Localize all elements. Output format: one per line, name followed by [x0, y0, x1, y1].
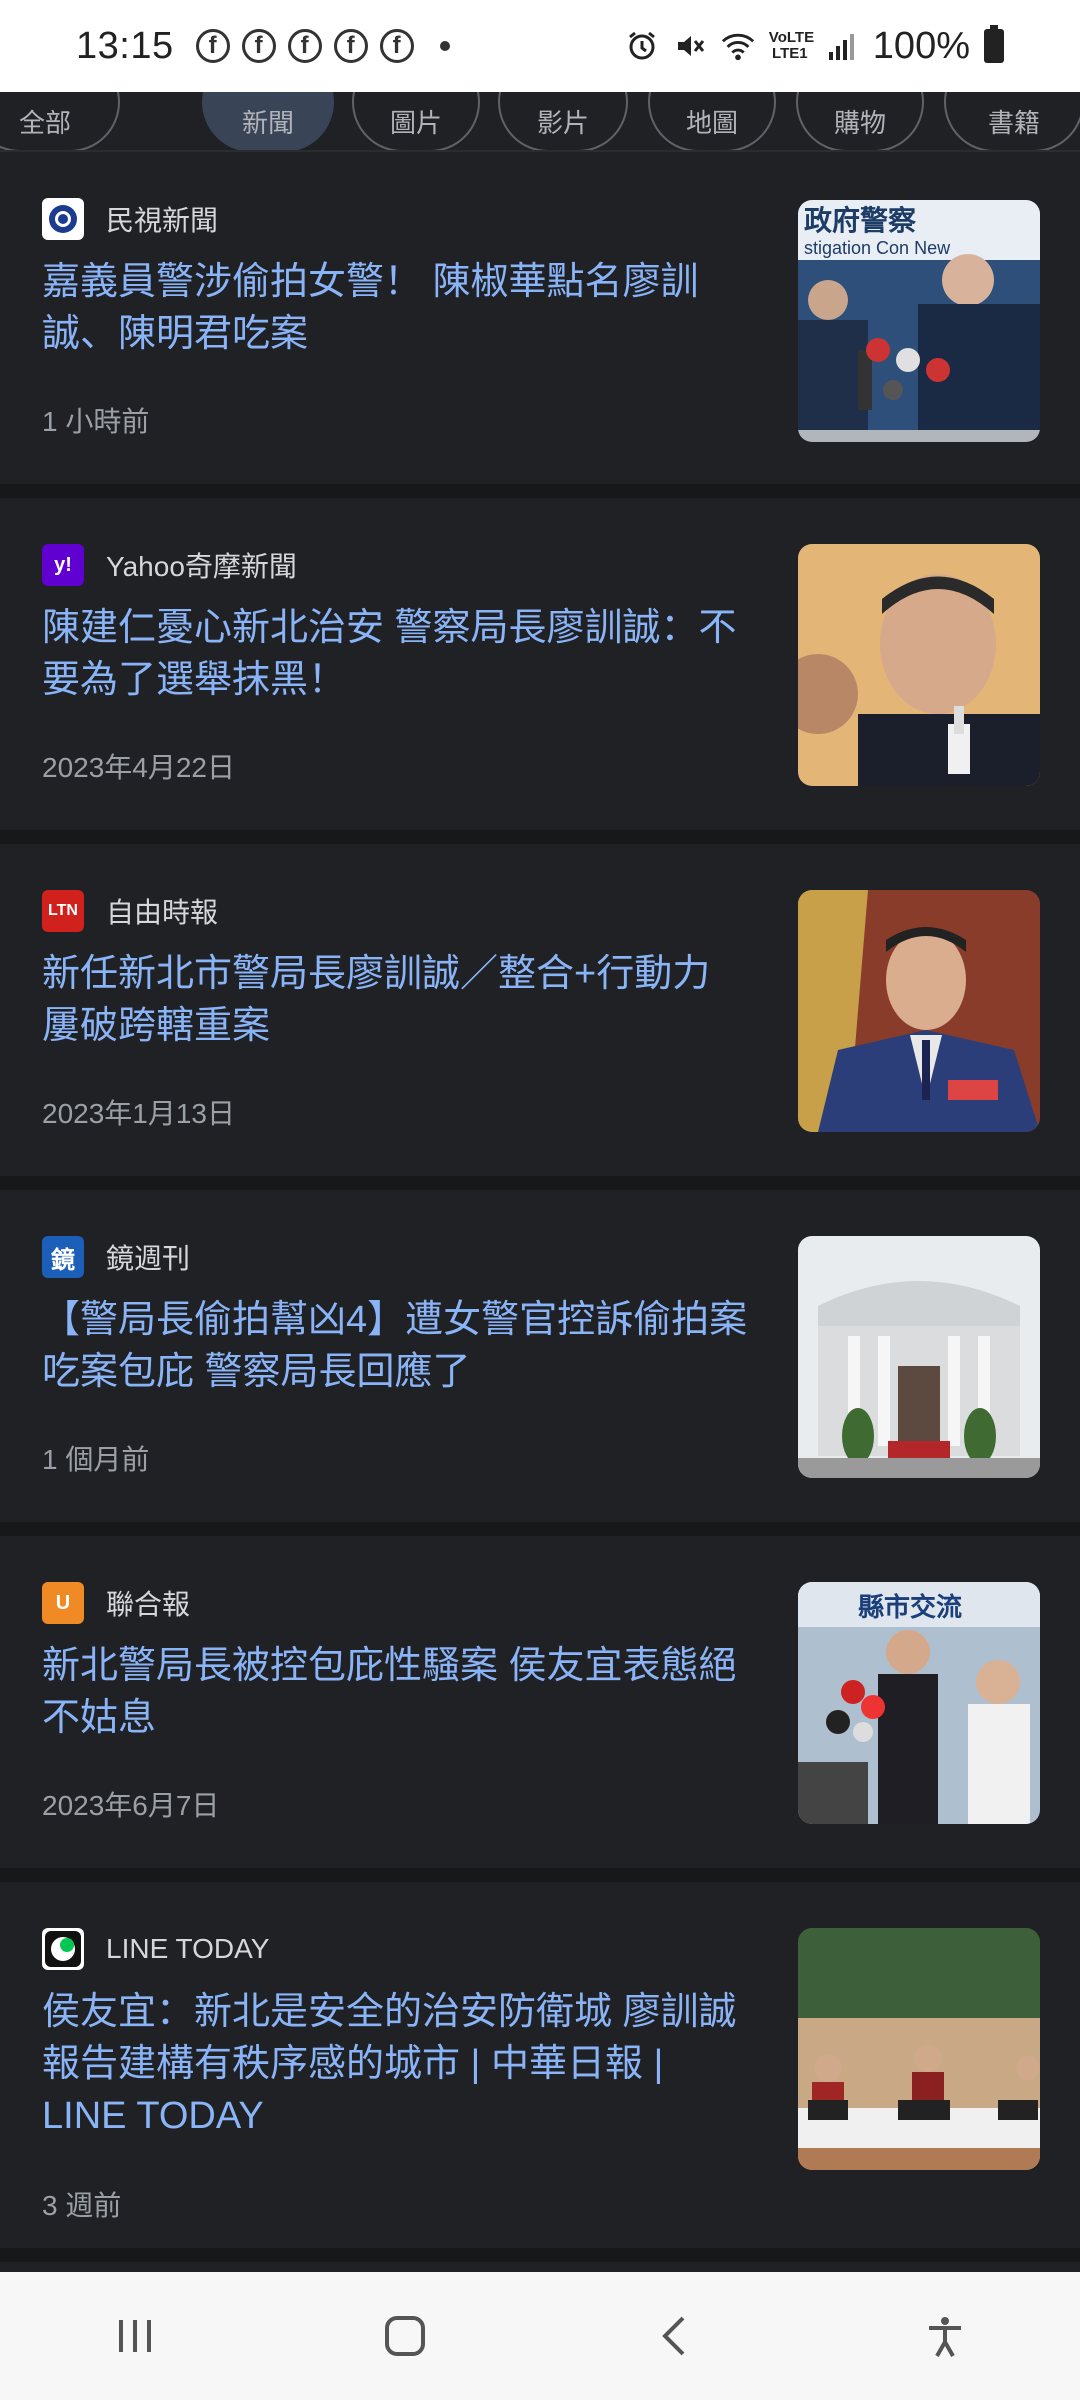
battery-icon [984, 25, 1004, 63]
news-source: 聯合報 [106, 1589, 191, 1620]
mute-icon [673, 29, 707, 63]
back-icon [662, 2316, 685, 2356]
facebook-icon: f [287, 29, 322, 63]
news-source-row: U 聯合報 [42, 1582, 190, 1624]
meeting-room-image [798, 1928, 1040, 2170]
volte-indicator: VoLTE LTE1 [768, 29, 815, 62]
battery-percent: 100% [872, 24, 970, 67]
alarm-icon [625, 29, 659, 63]
media-interview-image: 縣市交流 [798, 1582, 1040, 1824]
uniformed-officer-image [798, 890, 1040, 1132]
news-headline[interactable]: 新北警局長被控包庇性騷案 侯友宜表態絕不姑息 [42, 1640, 752, 1744]
news-source: Yahoo奇摩新聞 [106, 551, 297, 582]
news-card[interactable]: LTN 自由時報 新任新北市警局長廖訓誠／整合+行動力 屢破跨轄重案 2023年… [0, 844, 1080, 1190]
wifi-icon [721, 29, 755, 63]
more-notifications-icon [439, 41, 450, 51]
svg-text:縣市交流: 縣市交流 [858, 1592, 962, 1622]
udn-logo-icon: U [42, 1582, 84, 1624]
svg-text:stigation Con New: stigation Con New [804, 238, 951, 258]
tab-shopping[interactable]: 購物 [796, 92, 924, 150]
system-nav-bar [0, 2272, 1080, 2400]
news-headline[interactable]: 新任新北市警局長廖訓誠／整合+行動力 屢破跨轄重案 [42, 948, 752, 1052]
home-button[interactable] [365, 2296, 445, 2376]
back-button[interactable] [635, 2296, 715, 2376]
accessibility-button[interactable] [905, 2296, 985, 2376]
accessibility-icon [929, 2317, 961, 2357]
news-headline[interactable]: 嘉義員警涉偷拍女警！ 陳椒華點名廖訓誠、陳明君吃案 [42, 256, 752, 360]
news-thumbnail[interactable] [798, 890, 1040, 1132]
news-time: 1 個月前 [42, 1444, 150, 1475]
facebook-icon: f [379, 29, 414, 63]
facebook-icon: f [195, 29, 230, 63]
news-time: 2023年1月13日 [42, 1098, 236, 1129]
ltn-logo-icon: LTN [42, 890, 84, 932]
news-thumbnail[interactable] [798, 544, 1040, 786]
news-headline[interactable]: 【警局長偷拍幫凶4】遭女警官控訴偷拍案吃案包庇 警察局長回應了 [42, 1294, 752, 1398]
tab-books[interactable]: 書籍 [944, 92, 1080, 150]
facebook-icon: f [333, 29, 368, 63]
news-source-row: y! Yahoo奇摩新聞 [42, 544, 297, 586]
news-source: 民視新聞 [106, 205, 219, 236]
news-thumbnail[interactable] [798, 1236, 1040, 1478]
police-chief-portrait-image [798, 544, 1040, 786]
notification-icons: f f f f f [195, 29, 450, 63]
news-headline[interactable]: 侯友宜：新北是安全的治安防衛城 廖訓誠報告建構有秩序感的城市 | 中華日報 | … [42, 1986, 752, 2142]
news-source-row: 鏡 鏡週刊 [42, 1236, 190, 1278]
line-today-logo-icon [42, 1928, 84, 1970]
news-time: 1 小時前 [42, 406, 150, 437]
svg-text:政府警察: 政府警察 [804, 204, 917, 236]
tab-maps[interactable]: 地圖 [648, 92, 776, 150]
news-card[interactable]: y! Yahoo奇摩新聞 陳建仁憂心新北治安 警察局長廖訓誠：不要為了選舉抹黑！… [0, 498, 1080, 844]
news-source: 鏡週刊 [106, 1243, 191, 1274]
news-headline[interactable]: 陳建仁憂心新北治安 警察局長廖訓誠：不要為了選舉抹黑！ [42, 602, 752, 706]
yahoo-logo-icon: y! [42, 544, 84, 586]
mirror-weekly-logo-icon: 鏡 [42, 1236, 84, 1278]
news-source: 自由時報 [106, 897, 219, 928]
news-source-row: LTN 自由時報 [42, 890, 218, 932]
tab-all[interactable]: 全部 [0, 92, 120, 150]
news-card[interactable]: LINE TODAY 侯友宜：新北是安全的治安防衛城 廖訓誠報告建構有秩序感的城… [0, 1882, 1080, 2262]
news-source-row: LINE TODAY [42, 1928, 269, 1970]
search-tabs-bar: 全部 新聞 圖片 影片 地圖 購物 書籍 [0, 92, 1080, 152]
home-icon [385, 2316, 425, 2356]
news-card[interactable]: 鏡 鏡週刊 【警局長偷拍幫凶4】遭女警官控訴偷拍案吃案包庇 警察局長回應了 1 … [0, 1190, 1080, 1536]
news-thumbnail[interactable]: 政府警察 stigation Con New [798, 200, 1040, 442]
news-time: 2023年6月7日 [42, 1790, 220, 1821]
status-bar: 13:15 f f f f f VoLTE LTE1 100% [0, 0, 1080, 92]
status-time: 13:15 [76, 24, 174, 67]
news-time: 2023年4月22日 [42, 752, 236, 783]
news-source-row: 民視新聞 [42, 198, 218, 240]
news-thumbnail[interactable] [798, 1928, 1040, 2170]
government-building-image [798, 1236, 1040, 1478]
tab-images[interactable]: 圖片 [352, 92, 480, 150]
tab-videos[interactable]: 影片 [498, 92, 628, 150]
recents-button[interactable] [95, 2296, 175, 2376]
news-results-list: 民視新聞 嘉義員警涉偷拍女警！ 陳椒華點名廖訓誠、陳明君吃案 1 小時前 政府警… [0, 152, 1080, 2262]
facebook-icon: f [241, 29, 276, 63]
tab-news[interactable]: 新聞 [202, 92, 334, 150]
news-time: 3 週前 [42, 2190, 122, 2221]
news-card[interactable]: 民視新聞 嘉義員警涉偷拍女警！ 陳椒華點名廖訓誠、陳明君吃案 1 小時前 政府警… [0, 152, 1080, 498]
ftv-logo-icon [42, 198, 84, 240]
press-conference-image: 政府警察 stigation Con New [798, 200, 1040, 442]
recents-icon [119, 2320, 151, 2352]
signal-icon [825, 29, 859, 63]
news-source: LINE TODAY [106, 1933, 270, 1964]
news-thumbnail[interactable]: 縣市交流 [798, 1582, 1040, 1824]
news-card[interactable]: U 聯合報 新北警局長被控包庇性騷案 侯友宜表態絕不姑息 2023年6月7日 縣… [0, 1536, 1080, 1882]
